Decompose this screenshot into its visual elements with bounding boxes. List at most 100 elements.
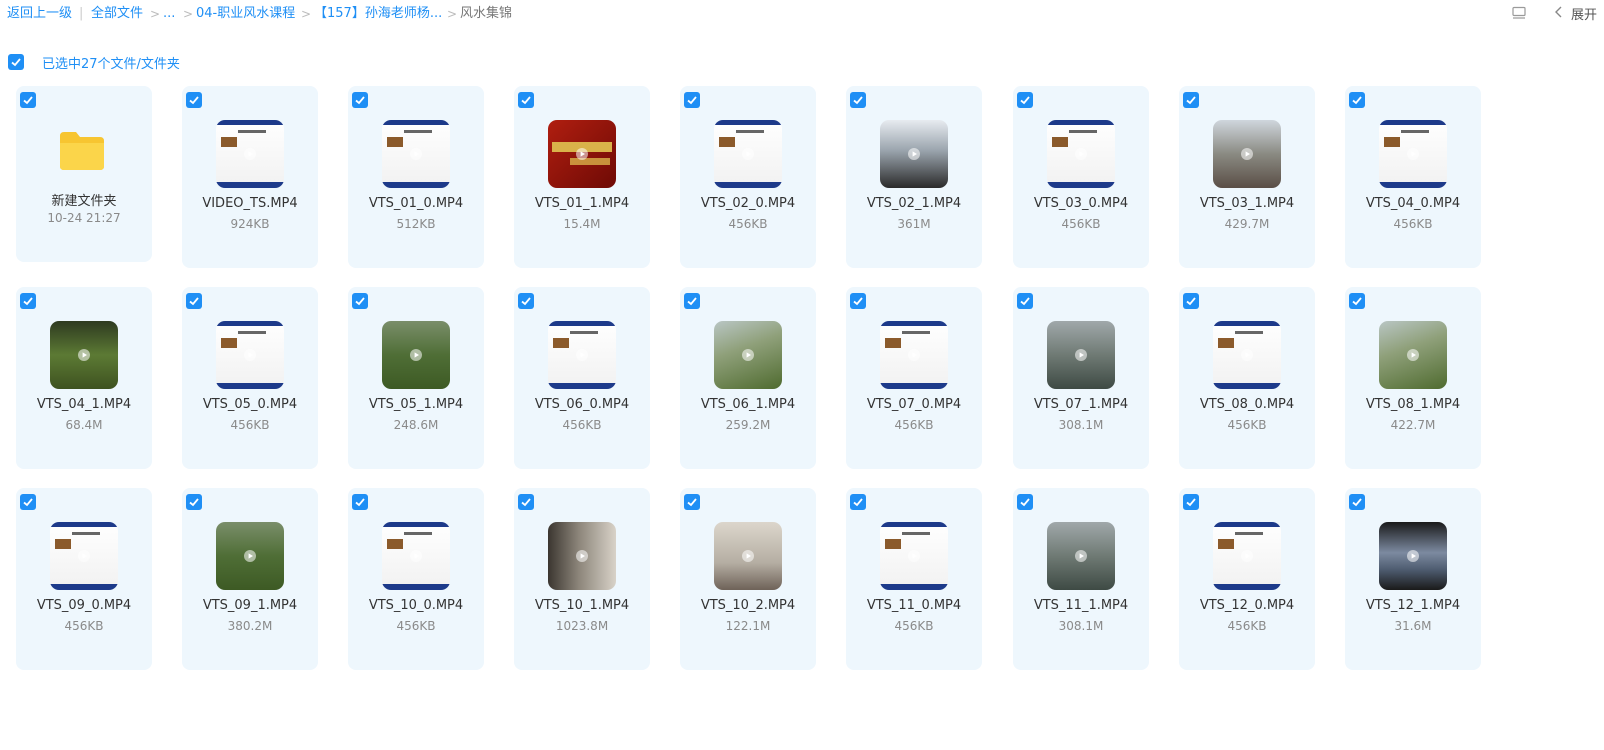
item-checkbox[interactable] (352, 494, 368, 510)
video-thumbnail (1213, 522, 1281, 590)
play-icon (410, 349, 422, 361)
item-size: 456KB (728, 217, 768, 231)
file-card[interactable]: VTS_10_0.MP4 456KB (348, 488, 484, 670)
item-checkbox[interactable] (186, 92, 202, 108)
item-checkbox[interactable] (684, 293, 700, 309)
item-checkbox[interactable] (684, 494, 700, 510)
file-card[interactable]: VTS_07_0.MP4 456KB (846, 287, 982, 469)
file-card[interactable]: VIDEO_TS.MP4 924KB (182, 86, 318, 268)
file-card[interactable]: VTS_04_1.MP4 68.4M (16, 287, 152, 469)
file-card[interactable]: VTS_08_1.MP4 422.7M (1345, 287, 1481, 469)
play-icon (576, 550, 588, 562)
play-icon (410, 550, 422, 562)
item-size: 1023.8M (555, 619, 609, 633)
file-card[interactable]: VTS_09_1.MP4 380.2M (182, 488, 318, 670)
item-checkbox[interactable] (850, 494, 866, 510)
item-name: VTS_12_0.MP4 (1199, 598, 1295, 613)
file-card[interactable]: VTS_10_2.MP4 122.1M (680, 488, 816, 670)
file-card[interactable]: VTS_12_0.MP4 456KB (1179, 488, 1315, 670)
item-checkbox[interactable] (684, 92, 700, 108)
item-checkbox[interactable] (1017, 494, 1033, 510)
folder-card[interactable]: 新建文件夹 10-24 21:27 (16, 86, 152, 262)
play-icon (576, 148, 588, 160)
item-checkbox[interactable] (1183, 293, 1199, 309)
item-size: 68.4M (65, 418, 103, 432)
item-size: 308.1M (1058, 418, 1104, 432)
file-card[interactable]: VTS_05_1.MP4 248.6M (348, 287, 484, 469)
item-checkbox[interactable] (352, 92, 368, 108)
file-card[interactable]: VTS_04_0.MP4 456KB (1345, 86, 1481, 268)
file-card[interactable]: VTS_06_0.MP4 456KB (514, 287, 650, 469)
video-thumbnail (382, 522, 450, 590)
item-name: VTS_05_1.MP4 (368, 397, 464, 412)
item-name: VTS_08_0.MP4 (1199, 397, 1295, 412)
file-card[interactable]: VTS_11_0.MP4 456KB (846, 488, 982, 670)
play-icon (78, 349, 90, 361)
video-thumbnail (1047, 321, 1115, 389)
video-thumbnail (548, 522, 616, 590)
item-size: 380.2M (227, 619, 273, 633)
item-checkbox[interactable] (186, 293, 202, 309)
file-card[interactable]: VTS_03_1.MP4 429.7M (1179, 86, 1315, 268)
file-card[interactable]: VTS_08_0.MP4 456KB (1179, 287, 1315, 469)
file-card[interactable]: VTS_10_1.MP4 1023.8M (514, 488, 650, 670)
item-checkbox[interactable] (850, 92, 866, 108)
item-checkbox[interactable] (518, 92, 534, 108)
video-thumbnail (548, 321, 616, 389)
play-icon (742, 550, 754, 562)
item-checkbox[interactable] (1349, 293, 1365, 309)
video-thumbnail (1047, 120, 1115, 188)
item-checkbox[interactable] (20, 293, 36, 309)
file-card[interactable]: VTS_11_1.MP4 308.1M (1013, 488, 1149, 670)
file-card[interactable]: VTS_02_1.MP4 361M (846, 86, 982, 268)
item-size: 456KB (1393, 217, 1433, 231)
play-icon (1241, 349, 1253, 361)
item-name: VTS_03_0.MP4 (1033, 196, 1129, 211)
item-size: 512KB (396, 217, 436, 231)
item-checkbox[interactable] (186, 494, 202, 510)
item-size: 15.4M (563, 217, 601, 231)
item-name: VTS_12_1.MP4 (1365, 598, 1461, 613)
item-checkbox[interactable] (20, 92, 36, 108)
file-card[interactable]: VTS_07_1.MP4 308.1M (1013, 287, 1149, 469)
item-checkbox[interactable] (20, 494, 36, 510)
item-checkbox[interactable] (1349, 92, 1365, 108)
item-checkbox[interactable] (1183, 494, 1199, 510)
item-checkbox[interactable] (518, 494, 534, 510)
video-thumbnail (1379, 522, 1447, 590)
file-card[interactable]: VTS_06_1.MP4 259.2M (680, 287, 816, 469)
item-checkbox[interactable] (1017, 293, 1033, 309)
video-thumbnail (216, 120, 284, 188)
item-name: VTS_10_2.MP4 (700, 598, 796, 613)
video-thumbnail (1213, 120, 1281, 188)
video-thumbnail (216, 321, 284, 389)
file-card[interactable]: VTS_09_0.MP4 456KB (16, 488, 152, 670)
item-size: 456KB (1227, 418, 1267, 432)
item-name: VIDEO_TS.MP4 (202, 196, 298, 211)
video-thumbnail (1213, 321, 1281, 389)
item-size: 422.7M (1390, 418, 1436, 432)
item-name: VTS_02_1.MP4 (866, 196, 962, 211)
file-card[interactable]: VTS_01_0.MP4 512KB (348, 86, 484, 268)
play-icon (1075, 148, 1087, 160)
video-thumbnail (216, 522, 284, 590)
item-checkbox[interactable] (352, 293, 368, 309)
item-checkbox[interactable] (1017, 92, 1033, 108)
item-size: 456KB (396, 619, 436, 633)
item-checkbox[interactable] (518, 293, 534, 309)
item-checkbox[interactable] (1349, 494, 1365, 510)
file-card[interactable]: VTS_02_0.MP4 456KB (680, 86, 816, 268)
video-thumbnail (382, 120, 450, 188)
file-card[interactable]: VTS_05_0.MP4 456KB (182, 287, 318, 469)
video-thumbnail (1047, 522, 1115, 590)
file-card[interactable]: VTS_03_0.MP4 456KB (1013, 86, 1149, 268)
item-size: 259.2M (725, 418, 771, 432)
play-icon (244, 550, 256, 562)
file-card[interactable]: VTS_12_1.MP4 31.6M (1345, 488, 1481, 670)
item-size: 248.6M (393, 418, 439, 432)
item-checkbox[interactable] (1183, 92, 1199, 108)
item-checkbox[interactable] (850, 293, 866, 309)
video-thumbnail (714, 522, 782, 590)
file-card[interactable]: VTS_01_1.MP4 15.4M (514, 86, 650, 268)
item-name: VTS_09_0.MP4 (36, 598, 132, 613)
